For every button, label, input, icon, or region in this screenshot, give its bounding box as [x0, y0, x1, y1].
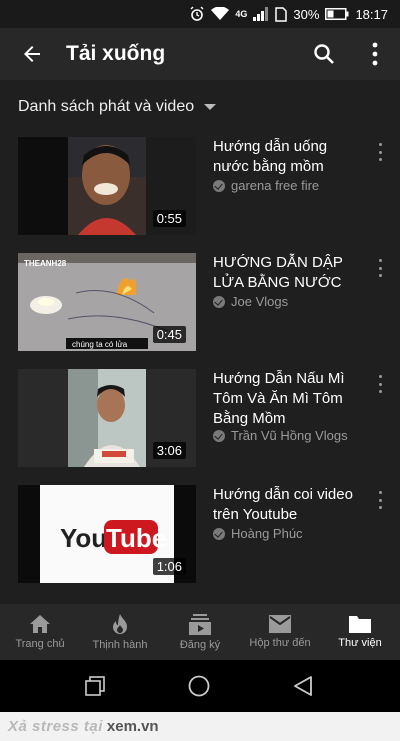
dropdown-caret-icon	[204, 104, 217, 110]
search-icon[interactable]	[312, 42, 336, 66]
video-thumbnail[interactable]: 3:06	[18, 369, 196, 467]
clock: 18:17	[355, 6, 388, 22]
thumbnail-caption: chúng ta có lửa	[72, 340, 128, 349]
video-more-icon[interactable]	[375, 491, 385, 509]
video-channel: Hoàng Phúc	[213, 526, 303, 541]
verified-check-icon	[213, 429, 225, 442]
folder-icon	[349, 616, 371, 633]
video-duration: 0:45	[152, 326, 186, 343]
nav-inbox[interactable]: Hộp thư đến	[240, 604, 320, 660]
page-title: Tải xuống	[66, 42, 166, 65]
video-more-icon[interactable]	[375, 143, 385, 161]
video-more-icon[interactable]	[375, 259, 385, 277]
channel-name: Joe Vlogs	[231, 294, 289, 309]
verified-check-icon	[213, 295, 225, 308]
subscriptions-icon	[189, 614, 211, 635]
video-thumbnail[interactable]: THEANH28 chúng ta có lửa 0:45	[18, 253, 196, 351]
video-item[interactable]: 3:06 Hướng Dẫn Nấu Mì Tôm Và Ăn Mì Tôm B…	[0, 369, 400, 469]
wifi-icon	[211, 7, 230, 20]
video-thumbnail[interactable]: You Tube 1:06	[18, 485, 196, 583]
watermark-site: xem.vn	[106, 718, 159, 735]
video-channel: Joe Vlogs	[213, 294, 288, 309]
nav-home[interactable]: Trang chủ	[0, 604, 80, 660]
signal-icon	[253, 7, 269, 21]
home-icon	[30, 615, 50, 633]
nav-label: Đăng ký	[179, 639, 221, 651]
flame-icon	[113, 614, 127, 634]
video-thumbnail[interactable]: 0:55	[18, 137, 196, 235]
battery-icon	[325, 8, 349, 20]
nav-subscriptions[interactable]: Đăng ký	[160, 604, 240, 660]
nav-label: Trang chủ	[15, 638, 65, 650]
status-bar: 4G 30% 18:17	[0, 0, 400, 28]
nav-label: Hộp thư đến	[249, 637, 311, 649]
nav-trending[interactable]: Thịnh hành	[80, 604, 160, 660]
video-item[interactable]: THEANH28 chúng ta có lửa 0:45 HƯỚNG DẪN …	[0, 253, 400, 353]
filter-label: Danh sách phát và video	[18, 98, 195, 115]
channel-name: Hoàng Phúc	[231, 526, 303, 541]
sim-icon	[275, 6, 288, 22]
nav-library[interactable]: Thư viện	[320, 604, 400, 660]
youtube-logo-you: You	[60, 523, 107, 553]
video-title[interactable]: Hướng dẫn coi video trên Youtube	[213, 485, 363, 525]
video-duration: 0:55	[152, 210, 186, 227]
video-duration: 1:06	[152, 558, 186, 575]
video-item[interactable]: 0:55 Hướng dẫn uống nước bằng mồm garena…	[0, 137, 400, 237]
alarm-icon	[190, 6, 204, 21]
watermark-text: Xả stress tại	[8, 718, 103, 735]
nav-label: Thịnh hành	[92, 639, 148, 651]
verified-check-icon	[213, 179, 225, 192]
recent-apps-icon[interactable]	[85, 676, 105, 696]
video-title[interactable]: Hướng Dẫn Nấu Mì Tôm Và Ăn Mì Tôm Bằng M…	[213, 369, 363, 429]
thumbnail-logo: THEANH28	[24, 259, 67, 268]
youtube-logo-tube: Tube	[106, 523, 166, 553]
verified-check-icon	[213, 527, 225, 540]
video-more-icon[interactable]	[375, 375, 385, 393]
network-type: 4G	[235, 9, 248, 19]
video-channel: Trần Vũ Hồng Vlogs	[213, 428, 348, 443]
back-arrow-icon[interactable]	[20, 42, 44, 66]
home-button-icon[interactable]	[188, 675, 210, 697]
video-item[interactable]: You Tube 1:06 Hướng dẫn coi video trên Y…	[0, 485, 400, 585]
system-navigation-bar	[0, 660, 400, 712]
app-bar: Tải xuống	[0, 28, 400, 80]
bottom-navigation: Trang chủ Thịnh hành Đăng ký Hộp thư đến…	[0, 604, 400, 660]
battery-percent: 30%	[293, 6, 320, 22]
back-button-icon[interactable]	[293, 675, 313, 697]
video-title[interactable]: Hướng dẫn uống nước bằng mồm	[213, 137, 363, 177]
nav-label: Thư viện	[338, 637, 382, 649]
video-title[interactable]: HƯỚNG DẪN DẬP LỬA BẰNG NƯỚC	[213, 253, 363, 293]
channel-name: Trần Vũ Hồng Vlogs	[231, 428, 348, 443]
watermark-footer: Xả stress tại xem.vn	[0, 712, 400, 741]
more-vert-icon[interactable]	[370, 41, 380, 67]
channel-name: garena free fire	[231, 178, 320, 193]
playlist-filter-dropdown[interactable]: Danh sách phát và video	[18, 98, 217, 116]
video-channel: garena free fire	[213, 178, 319, 193]
mail-icon	[269, 615, 291, 633]
video-duration: 3:06	[152, 442, 186, 459]
